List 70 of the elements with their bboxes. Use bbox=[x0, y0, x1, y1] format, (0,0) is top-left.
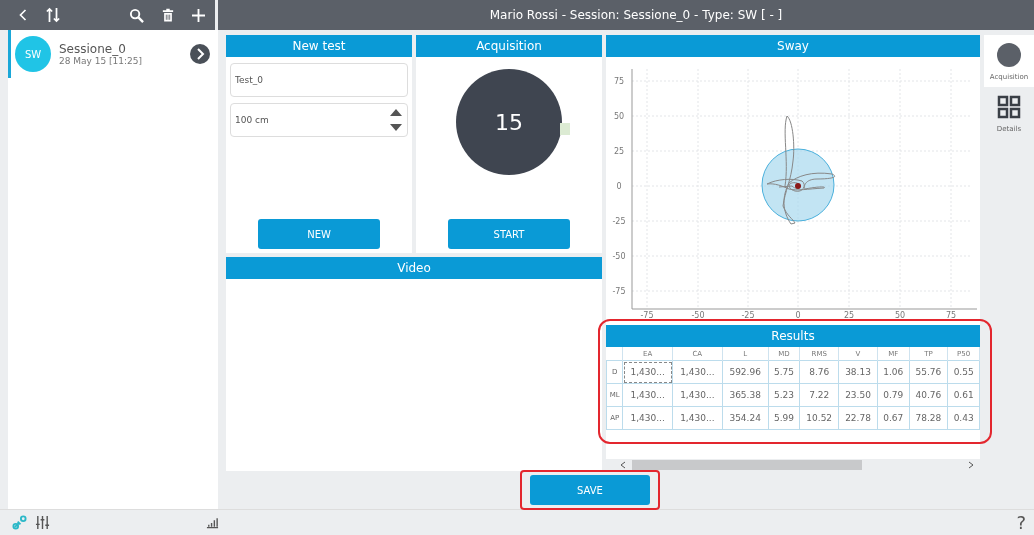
axis-tick-label: -25 bbox=[740, 311, 755, 319]
axis-tick-label: 75 bbox=[613, 77, 624, 86]
table-cell: 22.78 bbox=[838, 406, 878, 430]
session-date: 28 May 15 [11:25] bbox=[59, 56, 144, 66]
axis-tick-label: -25 bbox=[611, 217, 626, 226]
table-cell: 1,430... bbox=[622, 383, 673, 407]
table-cell: 0.43 bbox=[947, 406, 980, 430]
axis-tick-label: 25 bbox=[843, 311, 854, 319]
panel-header: New test bbox=[226, 35, 412, 57]
table-cell: 23.50 bbox=[838, 383, 878, 407]
table-cell: 5.75 bbox=[768, 360, 800, 384]
axis-tick-label: -75 bbox=[611, 287, 626, 296]
table-cell: 7.22 bbox=[799, 383, 839, 407]
trash-icon[interactable] bbox=[162, 7, 174, 23]
table-cell: 0.79 bbox=[877, 383, 909, 407]
axis-tick-label: 0 bbox=[794, 311, 801, 319]
center-point bbox=[794, 183, 801, 189]
chevron-right-icon[interactable] bbox=[190, 44, 210, 64]
axis-tick-label: 25 bbox=[613, 147, 624, 156]
sliders-icon[interactable] bbox=[35, 515, 50, 530]
table-cell: 0.61 bbox=[947, 383, 980, 407]
bar-chart-icon[interactable] bbox=[206, 516, 219, 529]
table-cell: 38.13 bbox=[838, 360, 878, 384]
axis-tick-label: 50 bbox=[613, 112, 624, 121]
panel-header: Acquisition bbox=[416, 35, 602, 57]
panel-header: Sway bbox=[606, 35, 980, 57]
help-icon[interactable]: ? bbox=[1016, 512, 1026, 533]
grid-icon bbox=[997, 95, 1021, 119]
session-name: Sessione_0 bbox=[59, 42, 127, 56]
table-cell: 365.38 bbox=[722, 383, 769, 407]
circle-icon bbox=[997, 43, 1021, 67]
test-name-field[interactable]: Test_0 bbox=[230, 63, 408, 97]
table-cell: 1,430... bbox=[622, 360, 673, 384]
table-cell: 1,430... bbox=[672, 360, 723, 384]
table-cell: 1.06 bbox=[877, 360, 909, 384]
axis-tick-label: -50 bbox=[611, 252, 626, 261]
table-cell: 40.76 bbox=[909, 383, 948, 407]
table-cell: 8.76 bbox=[799, 360, 839, 384]
scrollbar-thumb[interactable] bbox=[632, 460, 862, 470]
sort-icon[interactable] bbox=[46, 7, 60, 23]
panel-header: Video bbox=[226, 257, 602, 279]
window-title: Mario Rossi - Session: Sessione_0 - Type: SW [ - ] bbox=[488, 7, 784, 24]
table-cell: 1,430... bbox=[672, 406, 723, 430]
table-cell: 55.76 bbox=[909, 360, 948, 384]
scroll-left-icon[interactable] bbox=[620, 461, 626, 469]
distance-field[interactable]: 100 cm bbox=[230, 103, 408, 137]
axis-tick-label: -50 bbox=[690, 311, 705, 319]
progress-marker bbox=[560, 123, 570, 135]
panel-header: Results bbox=[606, 325, 980, 347]
table-cell: 5.23 bbox=[768, 383, 800, 407]
scroll-right-icon[interactable] bbox=[968, 461, 974, 469]
axis-tick-label: 75 bbox=[945, 311, 956, 319]
back-icon[interactable] bbox=[18, 8, 28, 22]
table-cell: 592.96 bbox=[722, 360, 769, 384]
add-icon[interactable] bbox=[192, 8, 205, 22]
axis-tick-label: 50 bbox=[894, 311, 905, 319]
table-cell: 5.99 bbox=[768, 406, 800, 430]
search-icon[interactable] bbox=[129, 7, 144, 23]
table-cell: 78.28 bbox=[909, 406, 948, 430]
axis-tick-label: 0 bbox=[615, 182, 622, 191]
table-cell: 354.24 bbox=[722, 406, 769, 430]
session-avatar: SW bbox=[15, 36, 51, 72]
axis-tick-label: -75 bbox=[639, 311, 654, 319]
countdown-dial: 15 bbox=[456, 69, 562, 175]
table-cell: 1,430... bbox=[672, 383, 723, 407]
session-item[interactable]: SW Sessione_0 28 May 15 [11:25] bbox=[8, 30, 218, 78]
table-cell: 1,430... bbox=[622, 406, 673, 430]
table-cell: 10.52 bbox=[799, 406, 839, 430]
table-cell: 0.55 bbox=[947, 360, 980, 384]
table-cell: 0.67 bbox=[877, 406, 909, 430]
